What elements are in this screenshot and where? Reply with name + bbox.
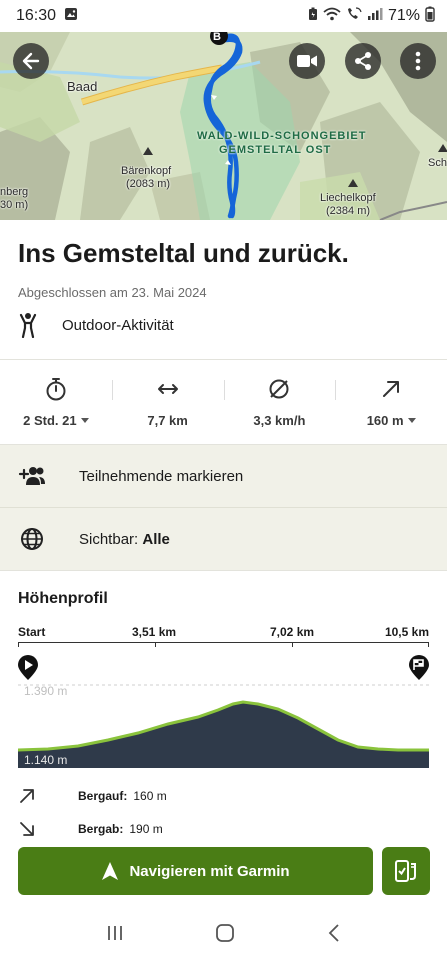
share-button[interactable] bbox=[345, 43, 381, 79]
distance-icon bbox=[157, 384, 178, 394]
descent-label: Bergab: bbox=[78, 822, 124, 836]
visibility-label: Sichtbar: bbox=[79, 530, 139, 548]
stats-bar: 2 Std. 21 7,7 km 3,3 km/h 160 m bbox=[0, 360, 447, 444]
arrow-left-icon bbox=[22, 52, 40, 70]
map-label-left-peak: nberg bbox=[0, 186, 29, 198]
elevation-max-label: 1.390 m bbox=[24, 684, 68, 698]
stat-duration-value: 2 Std. 21 bbox=[23, 413, 77, 428]
elevation-title: Höhenprofil bbox=[18, 590, 108, 607]
divider bbox=[0, 570, 447, 571]
navigate-button[interactable]: Navigieren mit Garmin bbox=[18, 847, 373, 895]
signal-icon bbox=[367, 7, 383, 26]
ascent-icon bbox=[20, 789, 34, 803]
map-label-reserve-line1: WALD-WILD-SCHONGEBIET bbox=[197, 130, 367, 142]
globe-icon bbox=[20, 528, 43, 550]
map-label-left-peak-elev: 30 m) bbox=[0, 199, 29, 211]
chevron-down-icon bbox=[80, 418, 89, 423]
person-icon bbox=[19, 313, 37, 338]
axis-tick bbox=[292, 642, 293, 647]
axis-tick bbox=[18, 642, 19, 647]
map-label-baad: Baad bbox=[67, 79, 98, 94]
start-marker-icon bbox=[18, 655, 38, 680]
back-button[interactable] bbox=[13, 43, 49, 79]
home-icon[interactable] bbox=[215, 923, 235, 948]
video-button[interactable] bbox=[289, 43, 325, 79]
distance-label-end: 10,5 km bbox=[384, 625, 429, 639]
activity-type[interactable]: Outdoor-Aktivität bbox=[18, 312, 174, 338]
axis-line bbox=[18, 642, 429, 643]
stat-speed: 3,3 km/h bbox=[223, 360, 336, 444]
completed-date: Abgeschlossen am 23. Mai 2024 bbox=[18, 285, 207, 300]
axis-tick bbox=[428, 642, 429, 647]
navigation-arrow-icon bbox=[102, 862, 119, 880]
elevation-min-label: 1.140 m bbox=[24, 753, 68, 767]
device-sync-icon bbox=[395, 860, 416, 882]
recent-apps-icon[interactable] bbox=[106, 924, 124, 947]
battery-icon bbox=[425, 6, 435, 27]
map-label-liechelkopf: Liechelkopf bbox=[320, 192, 376, 204]
stat-ascent-value: 160 m bbox=[366, 413, 404, 428]
ascent-icon bbox=[383, 381, 400, 397]
activity-title: Ins Gemsteltal und zurück. bbox=[18, 238, 349, 268]
descent-row: Bergab: 190 m bbox=[18, 820, 163, 838]
more-vertical-icon bbox=[415, 51, 421, 71]
elevation-profile-chart[interactable]: 1.390 m 1.140 m bbox=[17, 654, 429, 769]
map-label-barenkopf-elev: (2083 m) bbox=[126, 178, 171, 190]
gallery-notification-icon bbox=[64, 7, 78, 26]
mark-participants-row[interactable]: Teilnehmende markieren bbox=[0, 445, 447, 507]
stat-ascent[interactable]: 160 m bbox=[335, 360, 447, 444]
distance-label-2: 7,02 km bbox=[270, 625, 315, 639]
more-options-button[interactable] bbox=[400, 43, 436, 79]
distance-label-start: Start bbox=[18, 625, 46, 639]
ascent-value: 160 m bbox=[133, 789, 167, 803]
back-icon[interactable] bbox=[327, 923, 341, 948]
stat-duration[interactable]: 2 Std. 21 bbox=[0, 360, 112, 444]
status-time: 16:30 bbox=[16, 7, 57, 24]
distance-label-1: 3,51 km bbox=[132, 625, 177, 639]
descent-icon bbox=[20, 822, 34, 836]
stat-distance-value: 7,7 km bbox=[147, 413, 188, 428]
map-label-liechelkopf-elev: (2384 m) bbox=[326, 205, 371, 217]
stat-distance: 7,7 km bbox=[111, 360, 224, 444]
finish-marker-icon bbox=[409, 655, 429, 680]
route-map[interactable]: B Baad WALD-WILD-SCHONGEBIET GEMSTELTAL … bbox=[0, 32, 447, 220]
speed-icon bbox=[269, 379, 289, 399]
activity-type-label: Outdoor-Aktivität bbox=[62, 316, 174, 334]
battery-saver-icon bbox=[308, 7, 318, 26]
navigate-button-label: Navigieren mit Garmin bbox=[129, 862, 290, 880]
axis-tick bbox=[155, 642, 156, 647]
map-label-barenkopf: Bärenkopf bbox=[121, 165, 172, 177]
route-end-marker: B bbox=[213, 32, 221, 43]
map-label-reserve-line2: GEMSTELTAL OST bbox=[219, 144, 332, 156]
ascent-label: Bergauf: bbox=[78, 789, 128, 803]
share-icon bbox=[355, 52, 371, 70]
battery-level: 71% bbox=[387, 7, 420, 24]
visibility-value: Alle bbox=[142, 530, 170, 548]
add-person-icon bbox=[18, 467, 45, 485]
video-camera-icon bbox=[297, 55, 317, 67]
map-label-right-peak: Sch bbox=[428, 157, 447, 169]
status-bar: 16:30 71% bbox=[0, 0, 447, 32]
stat-speed-value: 3,3 km/h bbox=[253, 413, 306, 428]
send-to-device-button[interactable] bbox=[382, 847, 430, 895]
distance-axis: Start 3,51 km 7,02 km 10,5 km bbox=[18, 625, 429, 647]
wifi-call-icon bbox=[346, 6, 362, 26]
stopwatch-icon bbox=[46, 378, 66, 401]
mark-participants-label: Teilnehmende markieren bbox=[79, 467, 244, 485]
system-navigation-bar bbox=[0, 910, 447, 960]
visibility-row[interactable]: Sichtbar: Alle bbox=[0, 508, 447, 570]
ascent-row: Bergauf: 160 m bbox=[18, 787, 167, 805]
chevron-down-icon bbox=[407, 418, 416, 423]
wifi-icon bbox=[323, 7, 341, 26]
descent-value: 190 m bbox=[129, 822, 163, 836]
